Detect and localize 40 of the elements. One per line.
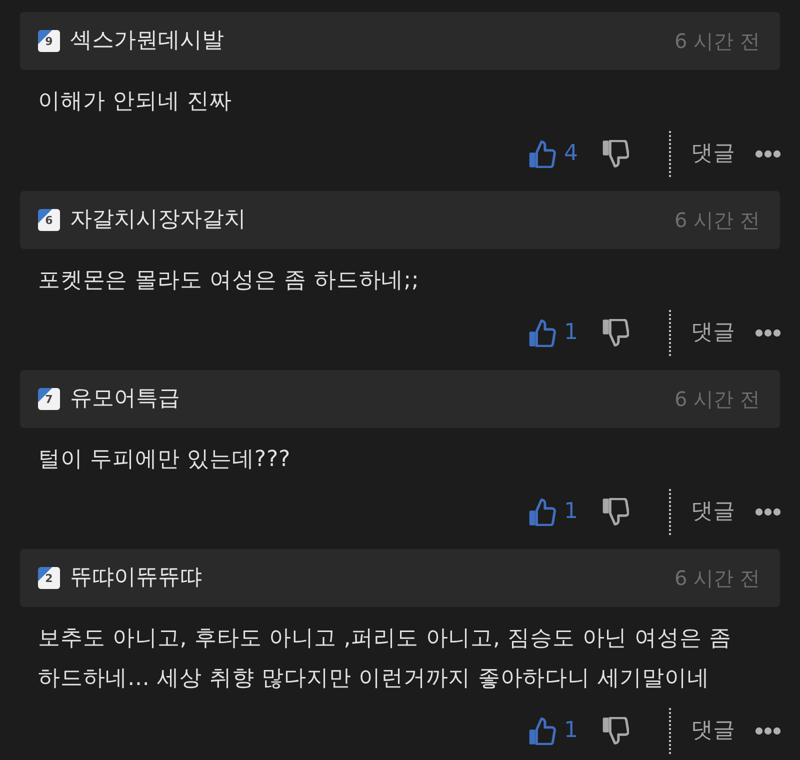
- username[interactable]: 섹스가뭔데시발: [70, 30, 224, 52]
- level-badge: 9: [38, 30, 60, 52]
- thumbs-up-icon: [528, 498, 556, 526]
- more-button[interactable]: [755, 727, 781, 735]
- more-icon: [755, 508, 781, 516]
- reply-button[interactable]: 댓글: [691, 322, 735, 344]
- reply-button[interactable]: 댓글: [691, 143, 735, 165]
- timestamp: 6 시간 전: [674, 31, 760, 51]
- thumbs-up-icon: [528, 319, 556, 347]
- more-button[interactable]: [755, 329, 781, 337]
- comment-text: 이해가 안되네 진짜: [38, 88, 233, 116]
- more-icon: [755, 329, 781, 337]
- thumbs-up-icon: [528, 717, 556, 745]
- more-button[interactable]: [755, 150, 781, 158]
- comment-text: 털이 두피에만 있는데???: [38, 446, 292, 474]
- dislike-button[interactable]: [602, 498, 629, 526]
- username[interactable]: 자갈치시장자갈치: [70, 209, 246, 231]
- dislike-button[interactable]: [602, 717, 629, 745]
- dislike-button[interactable]: [602, 140, 629, 168]
- timestamp: 6 시간 전: [674, 389, 760, 409]
- username[interactable]: 뜌땨이뜌뜌땨: [70, 567, 202, 589]
- more-icon: [755, 150, 781, 158]
- reply-button[interactable]: 댓글: [691, 501, 735, 523]
- thumbs-down-icon: [602, 319, 629, 347]
- reply-button[interactable]: 댓글: [691, 720, 735, 742]
- comment-text: 포켓몬은 몰라도 여성은 좀 하드하네;;: [38, 267, 420, 295]
- dislike-button[interactable]: [602, 319, 629, 347]
- timestamp: 6 시간 전: [674, 210, 760, 230]
- thumbs-down-icon: [602, 717, 629, 745]
- timestamp: 6 시간 전: [674, 568, 760, 588]
- more-button[interactable]: [755, 508, 781, 516]
- thumbs-up-icon: [528, 140, 556, 168]
- thumbs-down-icon: [602, 140, 629, 168]
- more-icon: [755, 727, 781, 735]
- level-badge: 2: [38, 567, 60, 589]
- thumbs-down-icon: [602, 498, 629, 526]
- comment-text: 보추도 아니고, 후타도 아니고 ,퍼리도 아니고, 짐승도 아닌 여성은 좀 하드하네... 세상 취향 많다지만 이런거까지 좋아하다니 세기말이네: [38, 625, 733, 693]
- username[interactable]: 유모어특급: [70, 388, 180, 410]
- level-badge: 7: [38, 388, 60, 410]
- level-badge: 6: [38, 209, 60, 231]
